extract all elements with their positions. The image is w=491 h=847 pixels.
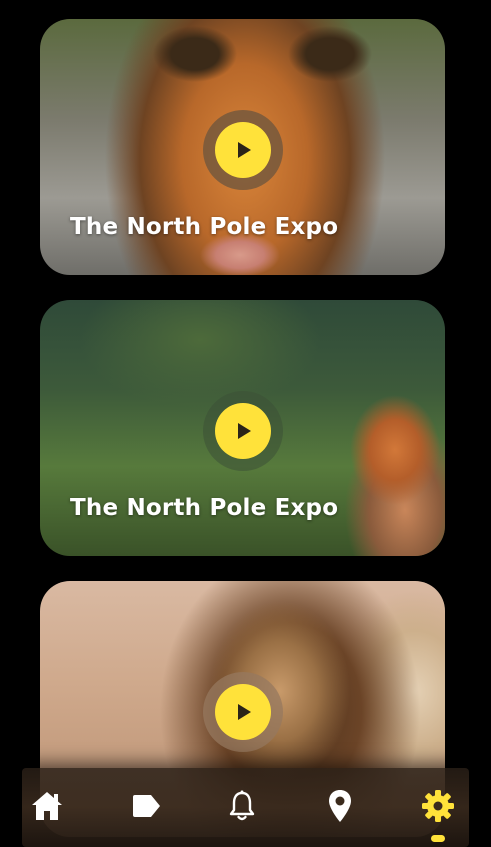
play-icon: [232, 701, 254, 723]
nav-settings[interactable]: [418, 788, 458, 828]
app-screen: The North Pole Expo The North Pole Expo: [0, 0, 491, 847]
play-icon: [232, 139, 254, 161]
play-icon: [232, 420, 254, 442]
play-button-halo: [203, 110, 283, 190]
nav-location[interactable]: [320, 788, 360, 828]
active-tab-indicator: [431, 835, 445, 842]
play-button[interactable]: [215, 122, 271, 178]
nav-tags[interactable]: [126, 788, 166, 828]
gear-icon: [421, 789, 455, 827]
nav-home[interactable]: [27, 788, 67, 828]
tag-icon: [130, 794, 162, 822]
video-feed: The North Pole Expo The North Pole Expo: [0, 0, 491, 847]
play-button[interactable]: [215, 403, 271, 459]
bottom-navigation-bar: [22, 768, 469, 847]
video-card[interactable]: The North Pole Expo: [40, 19, 445, 275]
location-pin-icon: [327, 789, 353, 827]
video-card[interactable]: The North Pole Expo: [40, 300, 445, 556]
home-icon: [30, 790, 64, 826]
play-button-halo: [203, 391, 283, 471]
play-button[interactable]: [215, 684, 271, 740]
nav-notifications[interactable]: [222, 788, 262, 828]
card-title: The North Pole Expo: [70, 214, 339, 240]
play-button-halo: [203, 672, 283, 752]
bell-icon: [227, 790, 257, 826]
card-title: The North Pole Expo: [70, 495, 339, 521]
